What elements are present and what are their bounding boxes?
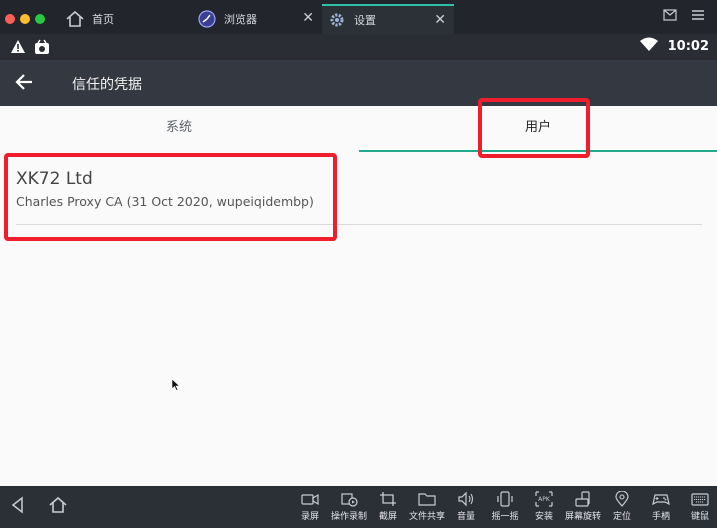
volume-icon (458, 491, 474, 507)
tool-label: 音量 (456, 512, 475, 522)
tool-label: 定位 (612, 512, 631, 522)
emulator-tab-bar: 首页 浏览器 ✕ 设置 ✕ (0, 0, 717, 34)
emulator-tab-browser[interactable]: 浏览器 ✕ (192, 4, 322, 34)
home-icon (66, 10, 84, 28)
crop-icon (380, 492, 396, 506)
svg-text:APK: APK (538, 496, 551, 503)
emulator-tab-label: 浏览器 (224, 13, 257, 26)
credential-tabs: 系统 用户 (0, 106, 717, 152)
minimize-window-button[interactable] (20, 14, 30, 24)
mail-icon[interactable] (662, 9, 678, 25)
emulator-tab-settings[interactable]: 设置 ✕ (322, 4, 454, 34)
gamepad-icon (652, 494, 670, 506)
tool-action-record[interactable]: 操作录制 (328, 491, 370, 527)
location-icon (615, 491, 629, 507)
back-arrow-icon[interactable] (12, 70, 40, 96)
close-tab-icon[interactable]: ✕ (302, 10, 314, 26)
android-status-bar: 10:02 (0, 34, 717, 60)
tool-volume[interactable]: 音量 (445, 491, 487, 527)
highlight-box-certificate (4, 153, 337, 241)
tool-location[interactable]: 定位 (601, 491, 643, 527)
highlight-box-user-tab (478, 98, 590, 158)
tool-label: 摇一摇 (491, 512, 519, 522)
tool-screenshot[interactable]: 截屏 (367, 491, 409, 527)
nav-home-icon[interactable] (48, 496, 70, 516)
emulator-toolbar: 录屏 操作录制 截屏 文件共享 音量 摇一摇 APK 安装 屏幕旋转 定位 手柄… (0, 486, 717, 528)
folder-icon (418, 493, 436, 506)
nav-back-icon[interactable] (10, 496, 32, 516)
tool-shake[interactable]: 摇一摇 (484, 491, 526, 527)
tool-label: 录屏 (300, 512, 319, 522)
close-tab-icon[interactable]: ✕ (434, 12, 446, 28)
maximize-window-button[interactable] (35, 14, 45, 24)
mouse-cursor-icon (171, 376, 181, 395)
gear-icon (328, 11, 346, 29)
tool-label: 屏幕旋转 (564, 512, 601, 522)
page-title: 信任的凭据 (72, 77, 142, 93)
record-screen-icon (301, 493, 319, 506)
emulator-tab-home[interactable]: 首页 (60, 4, 190, 34)
emulator-tab-label: 设置 (354, 14, 376, 27)
tab-system-label: 系统 (165, 120, 192, 135)
apk-icon: APK (535, 491, 553, 507)
tool-gamepad[interactable]: 手柄 (640, 491, 682, 527)
action-bar: 信任的凭据 (0, 60, 717, 106)
tool-record-screen[interactable]: 录屏 (289, 491, 331, 527)
shake-icon (497, 491, 513, 507)
action-record-icon (341, 493, 358, 507)
tool-keyboard-mouse[interactable]: 键鼠 (679, 491, 717, 527)
tool-install[interactable]: APK 安装 (523, 491, 565, 527)
wifi-icon (639, 37, 658, 55)
tool-file-share[interactable]: 文件共享 (406, 491, 448, 527)
tool-label: 文件共享 (408, 512, 445, 522)
tool-label: 手柄 (651, 512, 670, 522)
warning-icon (10, 39, 26, 59)
android-notification-icon (34, 39, 50, 59)
close-window-button[interactable] (5, 14, 15, 24)
emulator-window: { "emulator_tabs": [ {"label": "首页", "ic… (0, 0, 717, 528)
tool-label: 截屏 (378, 512, 397, 522)
keyboard-icon (691, 493, 709, 506)
status-time: 10:02 (667, 38, 709, 54)
browser-icon (198, 10, 216, 28)
tool-rotate-screen[interactable]: 屏幕旋转 (562, 491, 604, 527)
tool-label: 键鼠 (690, 512, 709, 522)
emulator-tab-label: 首页 (92, 13, 114, 26)
tab-system[interactable]: 系统 (0, 106, 358, 152)
menu-icon[interactable] (690, 9, 706, 25)
tool-label: 安装 (534, 512, 553, 522)
tool-label: 操作录制 (330, 512, 367, 522)
rotate-icon (575, 491, 590, 507)
